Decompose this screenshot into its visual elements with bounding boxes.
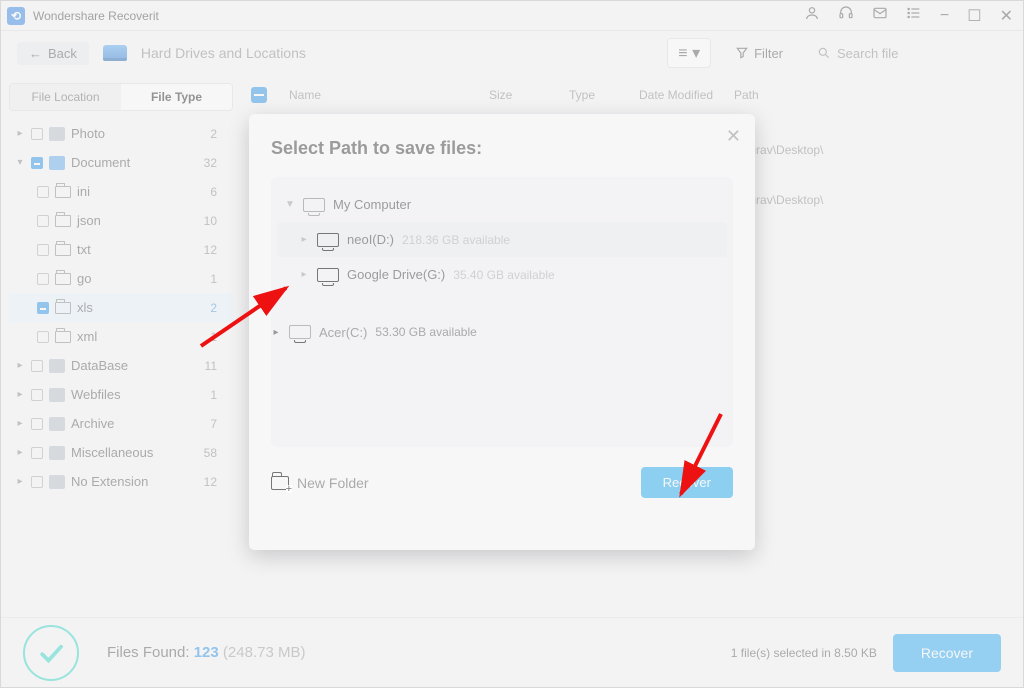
drive-icon [317, 268, 339, 282]
drive-icon [289, 325, 311, 339]
path-drive-c[interactable]: ▸ Acer(C:) 53.30 GB available [249, 114, 755, 550]
path-list: ▼ My Computer ▸ Acer(C:) 53.30 GB availa… [271, 177, 733, 447]
drive-icon [317, 233, 339, 247]
path-label: Acer(C:) [319, 325, 367, 340]
chevron-right-icon: ▸ [271, 327, 281, 338]
app-window: ⟲ Wondershare Recoverit − ☐ ✕ ← Back [0, 0, 1024, 688]
path-avail: 53.30 GB available [375, 325, 476, 339]
new-folder-icon [271, 476, 289, 490]
save-path-modal: ✕ Select Path to save files: ▼ My Comput… [249, 114, 755, 550]
